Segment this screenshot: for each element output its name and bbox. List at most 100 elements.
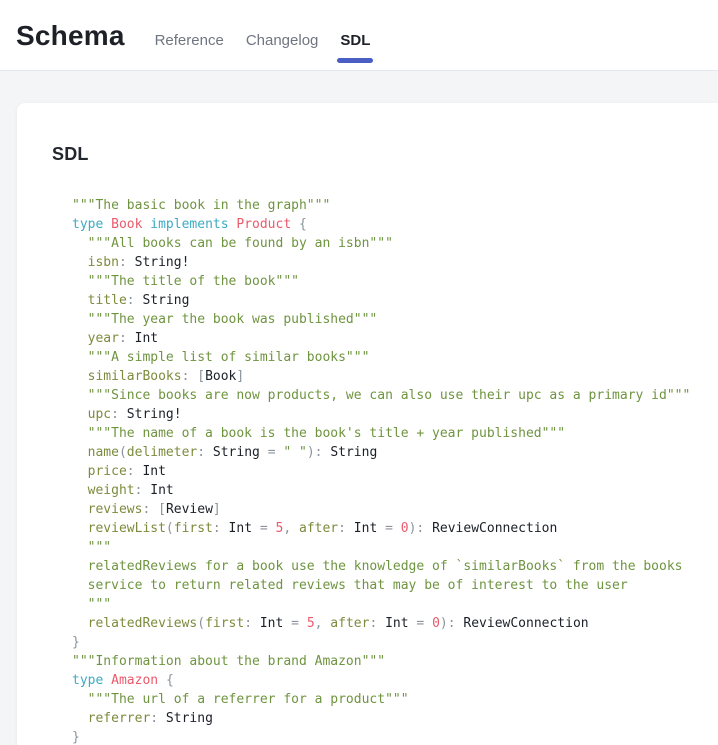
code-token-p: = [260,445,276,460]
code-token-t: String [205,445,260,460]
code-token-p: : [ [142,502,165,517]
code-token-d: """The url of a referrer for a product""… [72,692,409,707]
code-token-f: delimeter [127,445,197,460]
code-line: """Since books are now products, we can … [72,386,698,405]
code-token-t: Int [127,331,158,346]
code-token-p: ( [166,521,174,536]
code-token-n: 0 [393,521,409,536]
code-token-t: Int [346,521,377,536]
code-line: } [72,633,698,652]
code-token-d: """Since books are now products, we can … [72,388,690,403]
code-token-p: } [72,635,80,650]
code-token-f: after [322,616,369,631]
code-token-t: String [323,445,378,460]
code-token-n: 5 [268,521,284,536]
code-token-t: ReviewConnection [456,616,589,631]
code-line: isbn: String! [72,253,698,272]
code-token-k: type [72,217,111,232]
active-tab-indicator [337,58,373,63]
code-token-p: : [197,445,205,460]
code-token-d: """The title of the book""" [72,274,299,289]
code-line: name(delimeter: String = " "): String [72,443,698,462]
code-token-c: Product [236,217,299,232]
code-token-p: { [299,217,307,232]
code-token-t: Int [142,483,173,498]
code-line: """All books can be found by an isbn""" [72,234,698,253]
code-line: service to return related reviews that m… [72,576,698,595]
code-token-f: referrer [72,711,150,726]
code-token-f: weight [72,483,135,498]
code-token-t: ReviewConnection [424,521,557,536]
tab-reference[interactable]: Reference [155,32,224,50]
tab-bar: Reference Changelog SDL [155,32,371,50]
code-line: reviews: [Review] [72,500,698,519]
code-token-p: : [150,711,158,726]
code-token-f: reviewList [72,521,166,536]
code-line: upc: String! [72,405,698,424]
code-line: } [72,728,698,745]
code-line: """The title of the book""" [72,272,698,291]
code-line: """The url of a referrer for a product""… [72,690,698,709]
code-token-p: : [119,255,127,270]
code-token-p: : [213,521,221,536]
code-token-n: 5 [299,616,315,631]
code-token-f: after [291,521,338,536]
code-token-d: """The year the book was published""" [72,312,377,327]
code-line: """ [72,538,698,557]
code-line: reviewList(first: Int = 5, after: Int = … [72,519,698,538]
code-token-d: """ [72,597,111,612]
code-token-p: : [127,464,135,479]
sdl-code: """The basic book in the graph"""type Bo… [72,196,698,745]
code-token-k: type [72,673,111,688]
code-token-p: } [72,730,80,745]
code-token-p: = [377,521,393,536]
sdl-card: SDL """The basic book in the graph"""typ… [17,103,718,745]
code-token-p: ): [409,521,425,536]
code-token-p: = [252,521,268,536]
code-line: relatedReviews(first: Int = 5, after: In… [72,614,698,633]
code-token-t: Review [166,502,213,517]
code-token-t: Int [221,521,252,536]
code-token-t: String! [119,407,182,422]
code-token-f: first [174,521,213,536]
code-token-d: """Information about the brand Amazon""" [72,654,385,669]
code-token-d: """All books can be found by an isbn""" [72,236,393,251]
code-token-p: ( [119,445,127,460]
code-line: title: String [72,291,698,310]
code-token-p: ): [440,616,456,631]
page-title: Schema [16,0,125,52]
code-line: similarBooks: [Book] [72,367,698,386]
code-token-n: 0 [424,616,440,631]
code-line: """The name of a book is the book's titl… [72,424,698,443]
code-token-f: relatedReviews [72,616,197,631]
code-token-p: : [244,616,252,631]
code-token-t: String! [127,255,190,270]
code-token-f: title [72,293,127,308]
code-token-p: ( [197,616,205,631]
code-token-t: Int [377,616,408,631]
code-token-p: : [127,293,135,308]
code-token-p: : [111,407,119,422]
code-token-p: : [ [182,369,205,384]
code-line: year: Int [72,329,698,348]
tab-sdl-label: SDL [340,32,370,49]
code-line: price: Int [72,462,698,481]
code-token-f: upc [72,407,111,422]
code-token-p: , [283,521,291,536]
code-token-c: Amazon [111,673,166,688]
code-token-k: implements [150,217,236,232]
code-line: """The basic book in the graph""" [72,196,698,215]
code-token-p: ] [213,502,221,517]
code-token-p: ] [236,369,244,384]
tab-sdl[interactable]: SDL [340,32,370,50]
code-token-d: relatedReviews for a book use the knowle… [72,559,682,574]
code-token-f: first [205,616,244,631]
code-token-d: """The name of a book is the book's titl… [72,426,565,441]
tab-changelog[interactable]: Changelog [246,32,319,50]
code-token-p: ): [307,445,323,460]
code-token-d: """ [72,540,111,555]
code-line: """A simple list of similar books""" [72,348,698,367]
code-line: """ [72,595,698,614]
code-token-t: Int [135,464,166,479]
code-token-p: : [119,331,127,346]
